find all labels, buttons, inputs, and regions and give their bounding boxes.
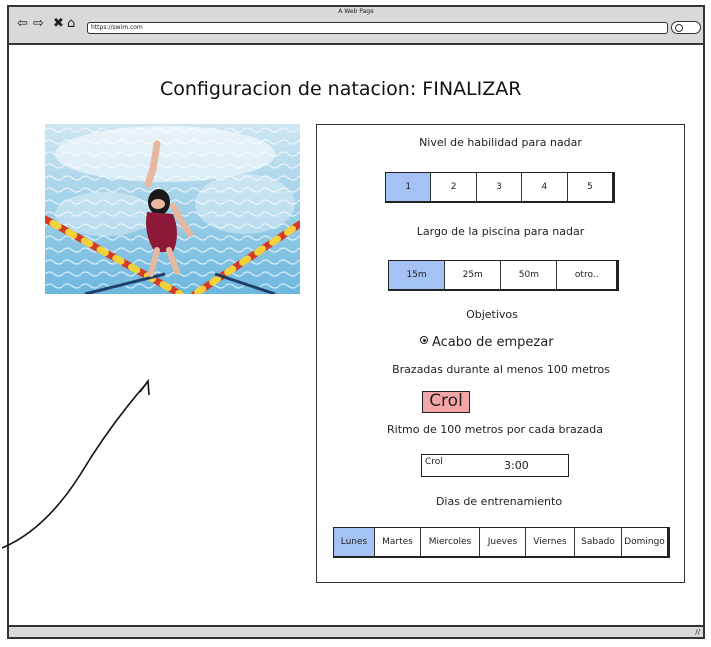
window-title: A Web Page bbox=[338, 8, 374, 15]
forward-icon[interactable]: ⇨ bbox=[33, 17, 44, 31]
day-option-martes[interactable]: Martes bbox=[375, 528, 421, 556]
swimmer-photo bbox=[45, 124, 300, 294]
skill-option-2[interactable]: 2 bbox=[431, 173, 477, 201]
crol-stroke-button[interactable]: Crol bbox=[422, 391, 470, 413]
goal-radio-label: Acabo de empezar bbox=[432, 335, 554, 350]
skill-option-3[interactable]: 3 bbox=[477, 173, 523, 201]
pace-field[interactable]: Crol 3:00 bbox=[421, 454, 569, 477]
day-option-sabado[interactable]: Sabado bbox=[575, 528, 622, 556]
resize-handle-icon[interactable]: // bbox=[695, 627, 700, 637]
close-icon[interactable]: ✖ bbox=[53, 17, 64, 31]
day-option-viernes[interactable]: Viernes bbox=[526, 528, 575, 556]
status-bar: // bbox=[9, 625, 703, 637]
annotation-arrow bbox=[1, 378, 150, 549]
skill-option-1[interactable]: 1 bbox=[386, 173, 432, 201]
search-icon bbox=[675, 24, 683, 32]
training-days-selector: Lunes Martes Miercoles Jueves Viernes Sa… bbox=[333, 527, 670, 558]
goal-radio-option[interactable]: Acabo de empezar bbox=[420, 335, 554, 350]
pool-option-other[interactable]: otro.. bbox=[557, 261, 616, 289]
skill-option-4[interactable]: 4 bbox=[522, 173, 568, 201]
pace-time: 3:00 bbox=[504, 459, 529, 472]
search-button[interactable] bbox=[671, 21, 701, 34]
skill-level-selector: 1 2 3 4 5 bbox=[385, 172, 615, 203]
training-days-label: Dias de entrenamiento bbox=[435, 495, 563, 508]
goals-label: Objetivos bbox=[466, 308, 518, 321]
pool-length-label: Largo de la piscina para nadar bbox=[416, 225, 585, 238]
browser-titlebar: A Web Page ⇦ ⇨ ✖ ⌂ https://swim.com bbox=[9, 7, 703, 45]
pool-option-15m[interactable]: 15m bbox=[389, 261, 446, 289]
pace-stroke: Crol bbox=[425, 457, 443, 467]
home-icon[interactable]: ⌂ bbox=[67, 17, 75, 31]
day-option-domingo[interactable]: Domingo bbox=[622, 528, 667, 556]
day-option-lunes[interactable]: Lunes bbox=[334, 528, 375, 556]
radio-selected-icon bbox=[420, 336, 428, 344]
pool-length-selector: 15m 25m 50m otro.. bbox=[388, 260, 619, 291]
skill-level-label: Nivel de habilidad para nadar bbox=[419, 136, 582, 149]
back-icon[interactable]: ⇦ bbox=[17, 17, 28, 31]
day-option-miercoles[interactable]: Miercoles bbox=[421, 528, 480, 556]
skill-option-5[interactable]: 5 bbox=[568, 173, 612, 201]
strokes-label: Brazadas durante al menos 100 metros bbox=[392, 363, 610, 376]
pace-label: Ritmo de 100 metros por cada brazada bbox=[387, 423, 603, 436]
page-title: Configuracion de natacion: FINALIZAR bbox=[160, 78, 522, 100]
pool-option-25m[interactable]: 25m bbox=[445, 261, 502, 289]
day-option-jueves[interactable]: Jueves bbox=[480, 528, 526, 556]
url-bar[interactable]: https://swim.com bbox=[87, 22, 668, 34]
pool-option-50m[interactable]: 50m bbox=[501, 261, 558, 289]
